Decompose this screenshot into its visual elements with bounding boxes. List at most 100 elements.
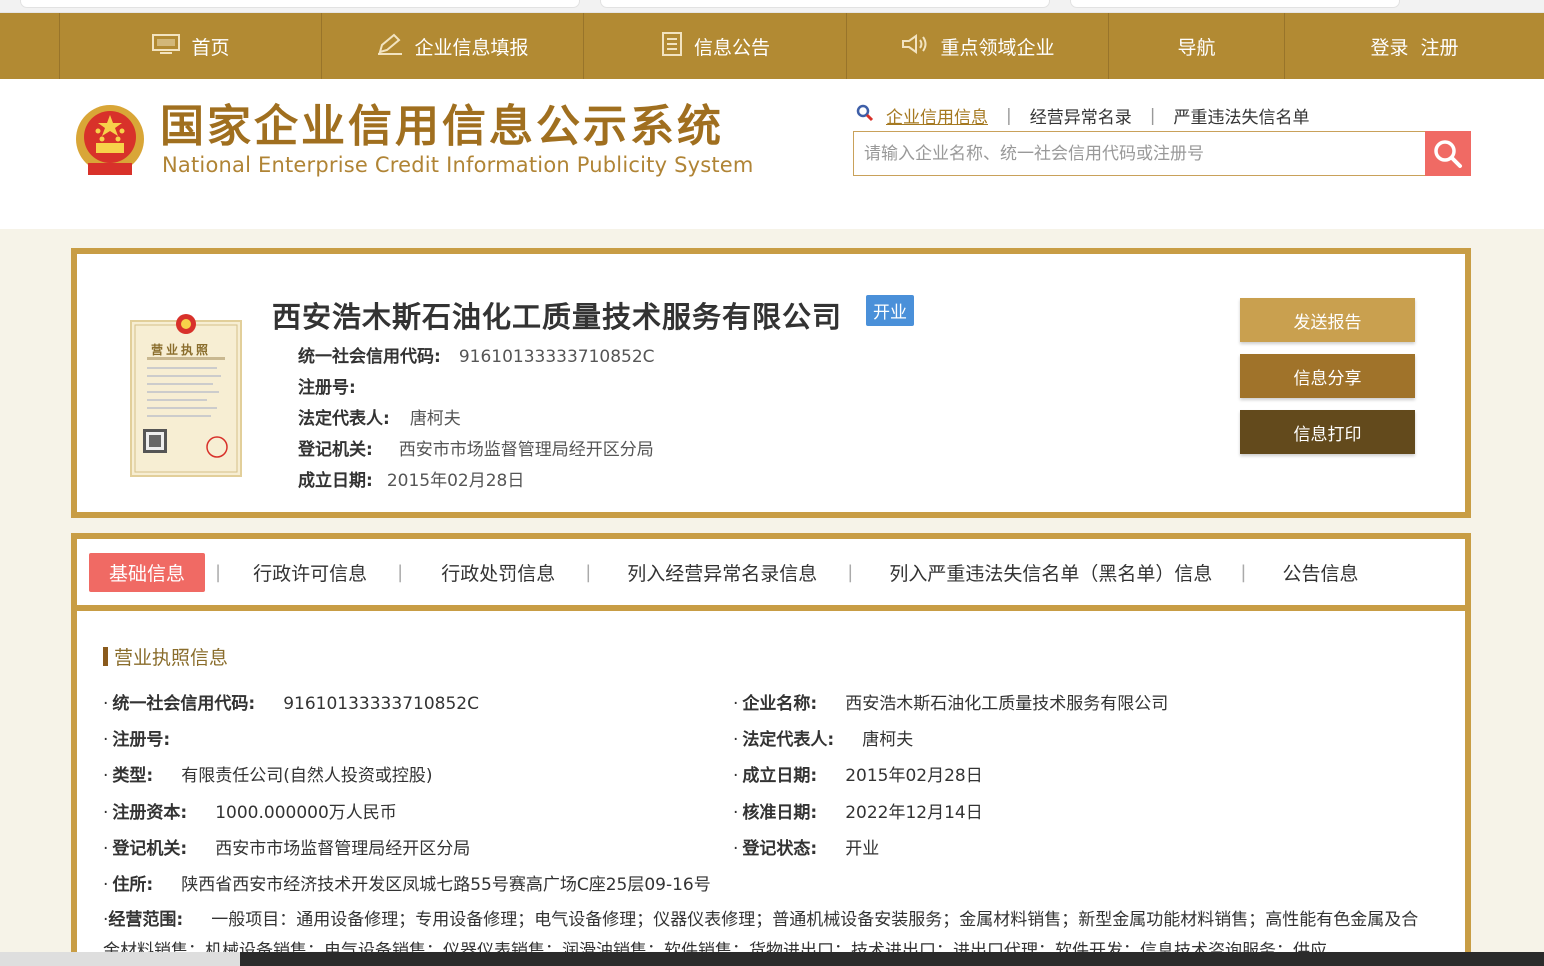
company-name: 西安浩木斯石油化工质量技术服务有限公司 (272, 300, 843, 334)
detail-reg-capital: · 注册资本: 1000.000000万人民币 (103, 803, 397, 823)
field-label: 注册号: (298, 378, 356, 398)
tab-announcements[interactable]: 公告信息 (1282, 559, 1358, 586)
status-badge: 开业 (866, 295, 914, 326)
speaker-icon (900, 33, 930, 60)
search-input[interactable] (854, 132, 1414, 175)
field-label: 核准日期: (742, 803, 818, 823)
divider: | (397, 561, 404, 583)
tab-basic-info[interactable]: 基础信息 (89, 552, 206, 592)
field-value: 2022年12月14日 (845, 803, 983, 823)
monitor-icon (151, 32, 181, 61)
national-emblem-icon (72, 101, 148, 181)
field-label: 统一社会信用代码: (112, 694, 256, 714)
info-credit-code: 统一社会信用代码: 91610133333710852C (298, 342, 655, 367)
nav-label: 首页 (191, 36, 230, 59)
field-value: 2015年02月28日 (386, 471, 525, 491)
tab-admin-penalty[interactable]: 行政处罚信息 (441, 559, 555, 586)
site-header: 国家企业信用信息公示系统 National Enterprise Credit … (0, 79, 1544, 229)
detail-address: · 住所: 陕西省西安市经济技术开发区凤城七路55号赛高广场C座25层09-16号 (103, 875, 711, 895)
field-label: 注册资本: (112, 803, 188, 823)
divider: | (1240, 561, 1247, 583)
field-value: 西安市市场监督管理局经开区分局 (215, 839, 471, 859)
field-label: 法定代表人: (742, 730, 835, 750)
detail-legal-rep: · 法定代表人: 唐柯夫 (733, 730, 914, 750)
field-label: 住所: (112, 875, 154, 895)
divider: | (215, 561, 222, 583)
browser-top-strip (0, 0, 1544, 13)
field-value: 唐柯夫 (862, 730, 914, 750)
tab-pill (600, 0, 1050, 8)
info-reg-authority: 登记机关: 西安市市场监督管理局经开区分局 (298, 435, 654, 460)
nav-announcement[interactable]: 信息公告 (584, 13, 847, 79)
send-report-button[interactable]: 发送报告 (1240, 298, 1415, 342)
company-card: 营业执照 西安浩木斯石油化工质量技术服务有限公司 开业 统一社会信用代码: 916… (71, 248, 1471, 518)
search-tab-abnormal[interactable]: 经营异常名录 (1030, 103, 1132, 128)
detail-reg-authority: · 登记机关: 西安市市场监督管理局经开区分局 (103, 839, 471, 859)
taskbar (0, 952, 1544, 966)
site-title-cn: 国家企业信用信息公示系统 (160, 101, 724, 152)
field-value: 唐柯夫 (409, 409, 461, 429)
nav-guide[interactable]: 导航 (1109, 13, 1285, 79)
field-value: 91610133333710852C (458, 347, 655, 367)
nav-label: 信息公告 (693, 36, 770, 59)
document-icon (660, 31, 684, 62)
field-label: 登记状态: (742, 839, 818, 859)
field-value: 西安市市场监督管理局经开区分局 (398, 440, 654, 460)
nav-report[interactable]: 企业信息填报 (322, 13, 584, 79)
search-button[interactable] (1425, 131, 1471, 176)
nav-label: 企业信息填报 (414, 36, 529, 59)
field-label: 注册号: (112, 730, 171, 750)
tab-admin-license[interactable]: 行政许可信息 (253, 559, 367, 586)
search-icon (1434, 139, 1462, 168)
field-label: 成立日期: (742, 766, 818, 786)
detail-reg-status: · 登记状态: 开业 (733, 839, 880, 859)
tab-blacklist[interactable]: 列入严重违法失信名单（黑名单）信息 (889, 559, 1212, 586)
divider: | (1149, 105, 1156, 126)
field-label: 统一社会信用代码: (298, 347, 441, 367)
detail-credit-code: · 统一社会信用代码: 91610133333710852C (103, 694, 479, 714)
print-info-button[interactable]: 信息打印 (1240, 410, 1415, 454)
share-info-button[interactable]: 信息分享 (1240, 354, 1415, 398)
section-title-text: 营业执照信息 (114, 647, 229, 669)
search-tab-credit[interactable]: 企业信用信息 (886, 103, 988, 128)
nav-label: 导航 (1177, 36, 1216, 59)
tab-pill (1070, 0, 1400, 8)
detail-reg-number: · 注册号: (103, 730, 171, 750)
pen-icon (376, 32, 404, 61)
field-value: 2015年02月28日 (845, 766, 983, 786)
divider: | (847, 561, 854, 583)
field-value: 91610133333710852C (283, 694, 479, 714)
detail-company-name: · 企业名称: 西安浩木斯石油化工质量技术服务有限公司 (733, 694, 1169, 714)
license-title: 营业执照 (151, 343, 212, 357)
divider: | (1006, 105, 1012, 126)
field-value: 陕西省西安市经济技术开发区凤城七路55号赛高广场C座25层09-16号 (181, 875, 711, 895)
info-tabs: 基础信息 | 行政许可信息 | 行政处罚信息 | 列入经营异常名录信息 | 列入… (77, 539, 1465, 611)
section-title: 营业执照信息 (103, 643, 228, 670)
nav-login-register[interactable]: 登录 注册 (1285, 13, 1544, 79)
nav-key-enterprises[interactable]: 重点领域企业 (847, 13, 1109, 79)
field-value: 开业 (845, 839, 880, 859)
field-label: 企业名称: (742, 694, 818, 714)
details-panel: 基础信息 | 行政许可信息 | 行政处罚信息 | 列入经营异常名录信息 | 列入… (71, 533, 1471, 961)
tab-pill (20, 0, 580, 8)
tab-abnormal-list[interactable]: 列入经营异常名录信息 (627, 559, 817, 586)
divider: | (585, 561, 592, 583)
business-license-image[interactable]: 营业执照 (129, 309, 245, 479)
field-label: 登记机关: (112, 839, 188, 859)
field-value: 1000.000000万人民币 (215, 803, 397, 823)
field-value: 有限责任公司(自然人投资或控股) (181, 766, 433, 786)
search-tab-blacklist[interactable]: 严重违法失信名单 (1173, 103, 1309, 128)
detail-approval-date: · 核准日期: 2022年12月14日 (733, 803, 983, 823)
field-label: 法定代表人: (298, 409, 390, 429)
top-nav: 首页 企业信息填报 信息公告 重点领域企业 导航 登录 注册 (0, 13, 1544, 79)
section-bar (103, 647, 108, 666)
nav-home[interactable]: 首页 (59, 13, 322, 79)
detail-established: · 成立日期: 2015年02月28日 (733, 766, 983, 786)
search-tabs: 企业信用信息 | 经营异常名录 | 严重违法失信名单 (856, 103, 1309, 128)
nav-label: 重点领域企业 (940, 36, 1055, 59)
info-legal-rep: 法定代表人: 唐柯夫 (298, 404, 461, 429)
info-established: 成立日期: 2015年02月28日 (298, 466, 524, 491)
field-label: 登记机关: (298, 440, 373, 460)
field-label: 类型: (112, 766, 154, 786)
search-icon (856, 104, 874, 127)
